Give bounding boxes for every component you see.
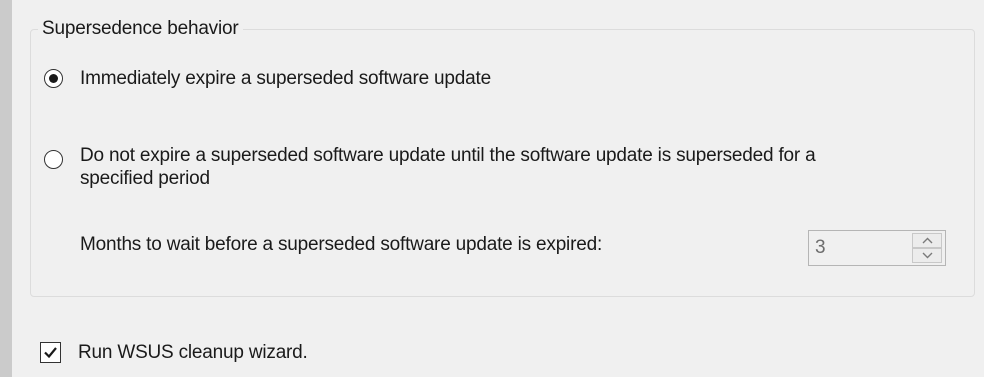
do-not-expire-label-line1: Do not expire a superseded software upda… xyxy=(80,145,816,166)
months-value[interactable]: 3 xyxy=(815,237,826,259)
spin-buttons xyxy=(912,233,942,263)
immediately-expire-label: Immediately expire a superseded software… xyxy=(80,68,491,89)
run-cleanup-label: Run WSUS cleanup wizard. xyxy=(78,342,308,363)
checkmark-icon xyxy=(44,347,57,359)
chevron-up-icon xyxy=(922,237,933,244)
months-spin-box[interactable]: 3 xyxy=(808,230,946,266)
spin-up-button[interactable] xyxy=(912,233,942,248)
radio-do-not-expire[interactable] xyxy=(44,150,63,169)
run-cleanup-checkbox[interactable] xyxy=(40,342,61,363)
supersedence-group-title: Supersedence behavior xyxy=(38,18,243,40)
radio-immediately-expire[interactable] xyxy=(44,69,63,88)
spin-down-button[interactable] xyxy=(912,248,942,263)
do-not-expire-label-line2: specified period xyxy=(80,168,210,189)
months-to-wait-label: Months to wait before a superseded softw… xyxy=(80,234,603,255)
radio-selected-dot xyxy=(49,74,58,83)
chevron-down-icon xyxy=(922,252,933,259)
